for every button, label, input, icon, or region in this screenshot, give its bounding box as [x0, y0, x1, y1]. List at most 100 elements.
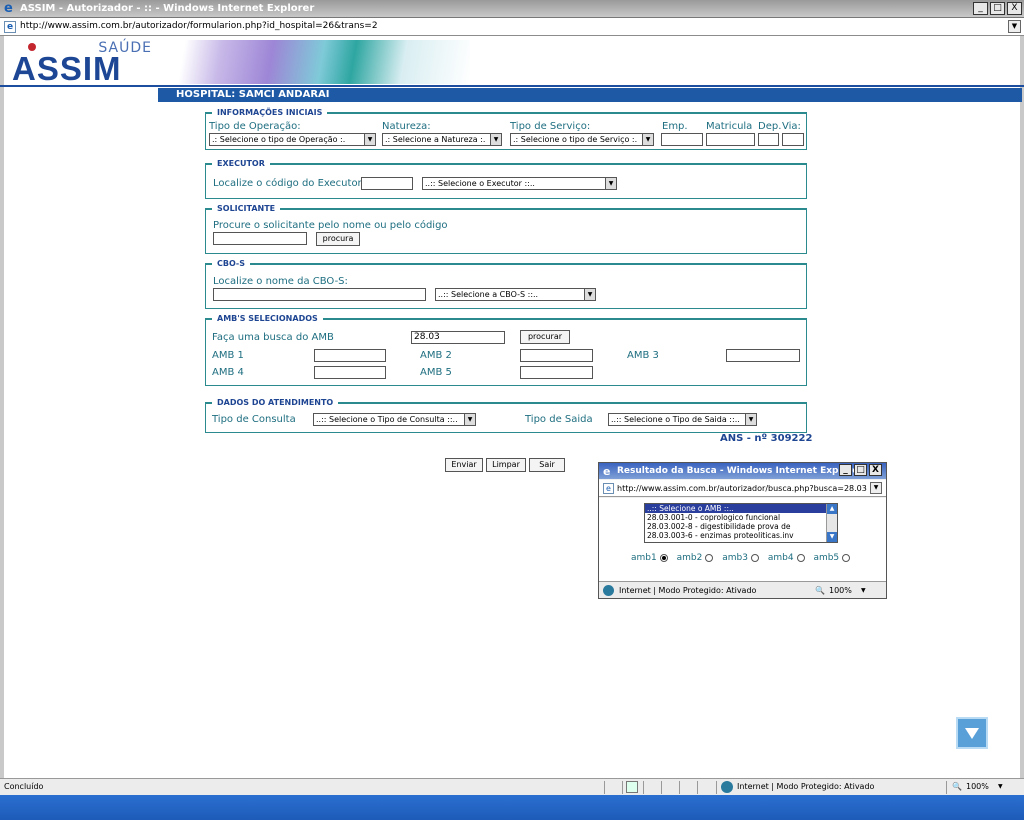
- zoom-icon: 🔍: [952, 782, 962, 791]
- amb5-label: AMB 5: [420, 367, 452, 378]
- popup-address-bar[interactable]: e http://www.assim.com.br/autorizador/bu…: [599, 480, 886, 497]
- cbos-input[interactable]: [213, 288, 426, 301]
- status-separator: [622, 781, 623, 794]
- maximize-button[interactable]: □: [990, 2, 1005, 15]
- legend-atendimento: DADOS DO ATENDIMENTO: [212, 398, 339, 408]
- popup-title: Resultado da Busca - Windows Internet Ex…: [617, 466, 863, 476]
- tipo-consulta-value: ..:: Selecione o Tipo de Consulta ::..: [316, 415, 458, 424]
- popup-close-button[interactable]: X: [869, 464, 882, 476]
- dep-input[interactable]: [758, 133, 779, 146]
- right-frame-border: [1020, 36, 1024, 778]
- globe-icon: [603, 585, 614, 596]
- list-item[interactable]: 28.03.001-0 - coprologico funcional: [645, 513, 837, 522]
- arrow-down-icon: [965, 728, 979, 739]
- cbos-select[interactable]: ..:: Selecione a CBO-S ::.. ▼: [435, 288, 596, 301]
- emp-label: Emp.: [662, 121, 688, 132]
- radio-amb5-label: amb5: [813, 553, 840, 563]
- header-banner-image: [160, 40, 470, 84]
- executor-code-input[interactable]: [361, 177, 413, 190]
- popup-status-bar: Internet | Modo Protegido: Ativado 🔍 100…: [599, 581, 886, 598]
- hospital-bar: HOSPITAL: SAMCI ANDARAI: [158, 88, 1022, 102]
- radio-amb4[interactable]: [796, 553, 805, 562]
- chevron-down-icon: ▼: [464, 414, 475, 425]
- amb-radio-group: amb1 amb2 amb3 amb4 amb5: [631, 553, 856, 563]
- list-item[interactable]: 28.03.003-6 - enzimas proteoliticas.inv: [645, 531, 837, 540]
- assim-logo: SAÚDE ASSIM: [12, 40, 158, 87]
- popup-minimize-button[interactable]: _: [839, 464, 852, 476]
- tipo-consulta-label: Tipo de Consulta: [212, 414, 296, 425]
- list-scrollbar[interactable]: ▲ ▼: [826, 504, 837, 542]
- tipo-saida-label: Tipo de Saida: [525, 414, 593, 425]
- amb-search-input[interactable]: 28.03: [411, 331, 505, 344]
- matricula-input[interactable]: [706, 133, 755, 146]
- executor-select-value: ..:: Selecione o Executor ::..: [425, 179, 535, 188]
- status-bar: Concluído Internet | Modo Protegido: Ati…: [0, 778, 1024, 795]
- amb4-label: AMB 4: [212, 367, 244, 378]
- address-dropdown-icon[interactable]: ▼: [1008, 20, 1021, 33]
- executor-label: Localize o código do Executor:: [213, 178, 365, 189]
- chevron-down-icon[interactable]: ▼: [870, 482, 882, 494]
- chevron-down-icon[interactable]: ▼: [998, 779, 1003, 795]
- legend-ambs: AMB'S SELECIONADOS: [212, 314, 323, 324]
- natureza-label: Natureza:: [382, 121, 431, 132]
- popup-url[interactable]: http://www.assim.com.br/autorizador/busc…: [617, 484, 867, 493]
- sair-button[interactable]: Sair: [529, 458, 565, 472]
- limpar-button[interactable]: Limpar: [486, 458, 526, 472]
- status-zone: Internet | Modo Protegido: Ativado: [737, 782, 875, 791]
- chevron-down-icon: ▼: [490, 134, 501, 145]
- amb1-label: AMB 1: [212, 350, 244, 361]
- radio-amb2[interactable]: [705, 553, 714, 562]
- tipo-operacao-select[interactable]: .: Selecione o tipo de Operação :. ▼: [209, 133, 376, 146]
- amb4-input[interactable]: [314, 366, 386, 379]
- minimize-button[interactable]: _: [973, 2, 988, 15]
- radio-amb3[interactable]: [750, 553, 759, 562]
- status-separator: [946, 781, 947, 794]
- via-input[interactable]: [782, 133, 804, 146]
- security-icon: [626, 781, 638, 793]
- amb-results-list[interactable]: ..:: Selecione o AMB ::.. 28.03.001-0 - …: [644, 503, 838, 543]
- radio-amb1-label: amb1: [631, 553, 657, 563]
- radio-amb1[interactable]: [659, 553, 668, 562]
- status-separator: [643, 781, 644, 794]
- tipo-consulta-select[interactable]: ..:: Selecione o Tipo de Consulta ::.. ▼: [313, 413, 476, 426]
- cbos-select-value: ..:: Selecione a CBO-S ::..: [438, 290, 539, 299]
- radio-amb5[interactable]: [842, 553, 851, 562]
- enviar-button[interactable]: Enviar: [445, 458, 483, 472]
- tipo-saida-select[interactable]: ..:: Selecione o Tipo de Saida ::.. ▼: [608, 413, 757, 426]
- download-arrow-button[interactable]: [956, 717, 988, 749]
- legend-executor: EXECUTOR: [212, 159, 270, 169]
- popup-title-bar: e Resultado da Busca - Windows Internet …: [599, 463, 886, 479]
- procura-button[interactable]: procura: [316, 232, 360, 246]
- address-url[interactable]: http://www.assim.com.br/autorizador/form…: [20, 21, 378, 31]
- amb3-input[interactable]: [726, 349, 800, 362]
- amb-search-label: Faça uma busca do AMB: [212, 332, 334, 343]
- status-zoom[interactable]: 100%: [966, 779, 989, 795]
- solicitante-input[interactable]: [213, 232, 307, 245]
- radio-amb4-label: amb4: [767, 553, 794, 563]
- popup-status-zone: Internet | Modo Protegido: Ativado: [619, 586, 757, 595]
- ie-icon: e: [4, 1, 13, 16]
- amb2-input[interactable]: [520, 349, 593, 362]
- popup-maximize-button[interactable]: □: [854, 464, 867, 476]
- emp-input[interactable]: [661, 133, 703, 146]
- status-separator: [679, 781, 680, 794]
- close-button[interactable]: X: [1007, 2, 1022, 15]
- scroll-down-icon[interactable]: ▼: [827, 532, 837, 542]
- procurar-button[interactable]: procurar: [520, 330, 570, 344]
- status-text: Concluído: [4, 782, 44, 791]
- popup-zoom[interactable]: 100%: [829, 582, 852, 599]
- amb2-label: AMB 2: [420, 350, 452, 361]
- amb1-input[interactable]: [314, 349, 386, 362]
- header-divider: [0, 85, 1024, 87]
- tipo-servico-select[interactable]: .: Selecione o tipo de Serviço :. ▼: [510, 133, 654, 146]
- address-bar[interactable]: e http://www.assim.com.br/autorizador/fo…: [0, 18, 1024, 36]
- chevron-down-icon: ▼: [605, 178, 616, 189]
- list-item[interactable]: ..:: Selecione o AMB ::..: [645, 504, 837, 513]
- amb5-input[interactable]: [520, 366, 593, 379]
- radio-amb2-label: amb2: [676, 553, 703, 563]
- list-item[interactable]: 28.03.002-8 - digestibilidade prova de: [645, 522, 837, 531]
- scroll-up-icon[interactable]: ▲: [827, 504, 837, 514]
- natureza-select[interactable]: .: Selecione a Natureza :. ▼: [382, 133, 502, 146]
- chevron-down-icon[interactable]: ▼: [861, 582, 866, 599]
- executor-select[interactable]: ..:: Selecione o Executor ::.. ▼: [422, 177, 617, 190]
